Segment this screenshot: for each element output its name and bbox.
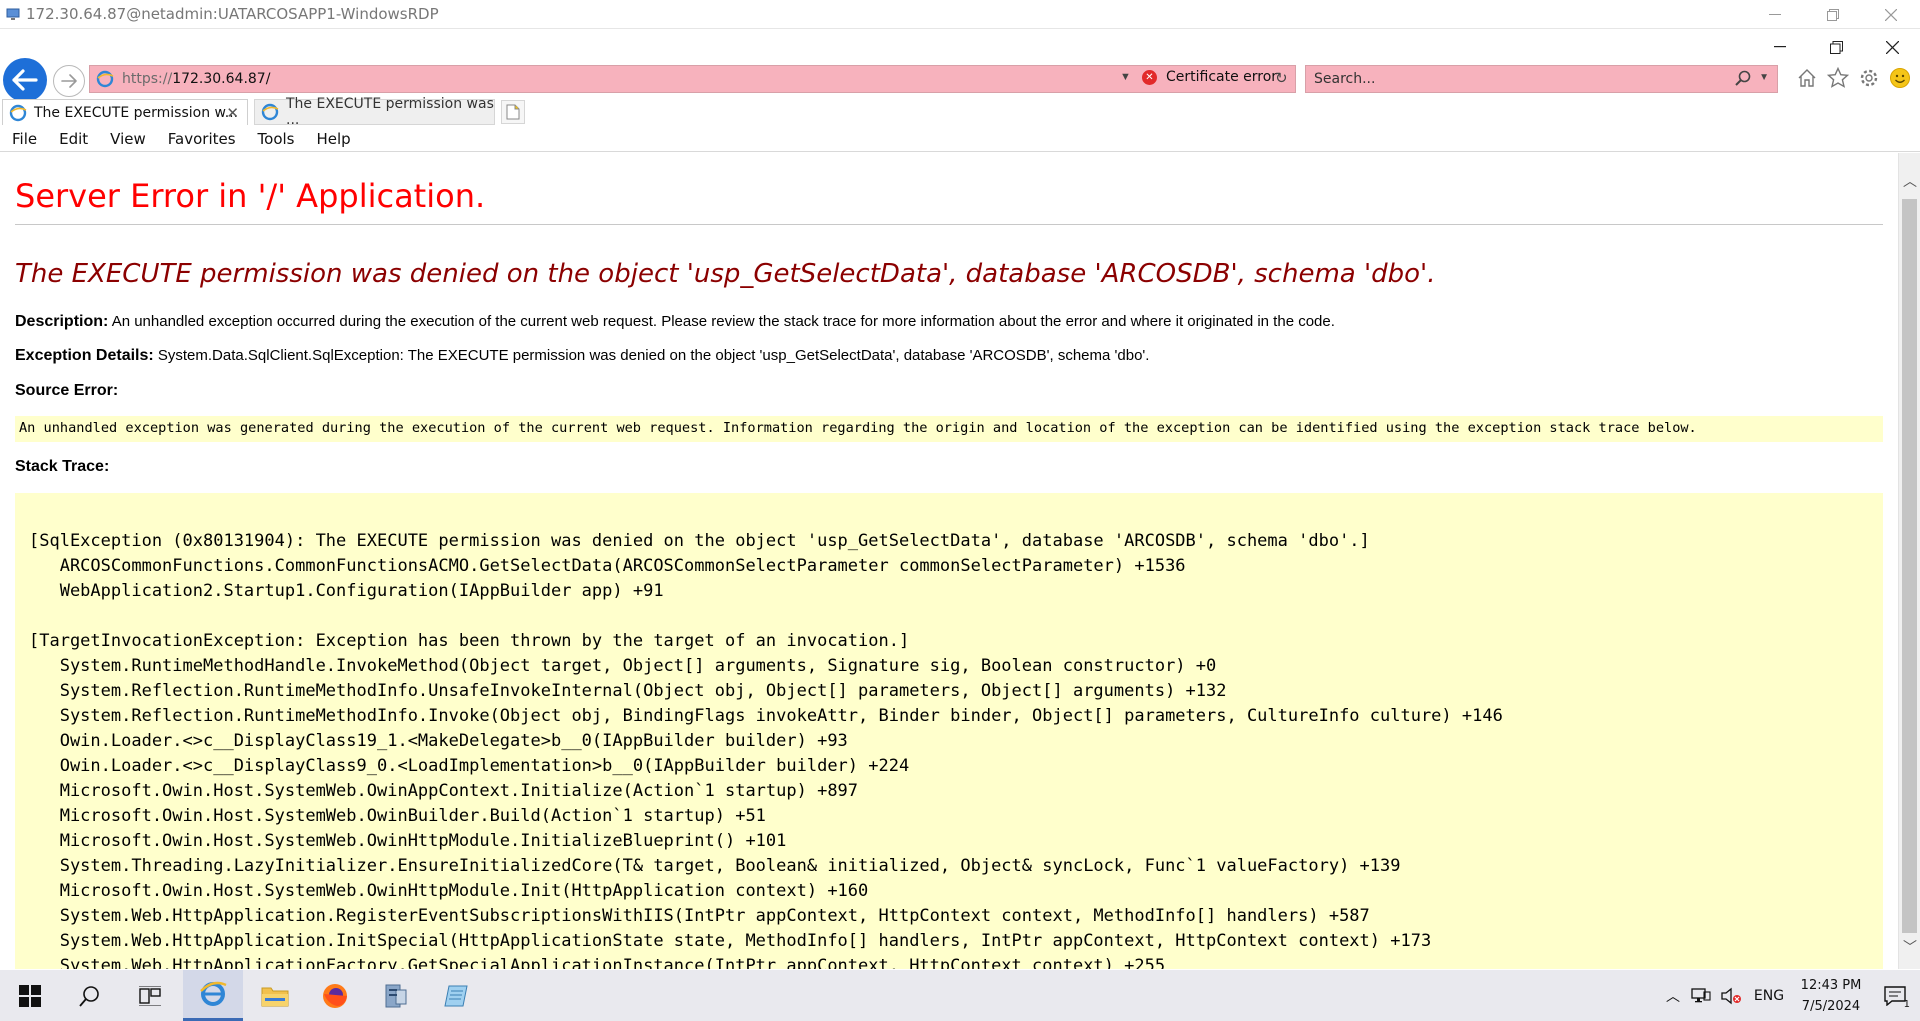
menu-favorites[interactable]: Favorites: [156, 130, 246, 148]
certificate-error-label: Certificate error: [1166, 69, 1278, 85]
back-arrow-icon: [12, 69, 38, 91]
forward-arrow-icon: [61, 74, 77, 88]
tab-strip: The EXECUTE permission w... ✕ The EXECUT…: [0, 96, 1920, 128]
notification-center-button[interactable]: 1: [1870, 985, 1920, 1010]
certificate-error-button[interactable]: ✕ Certificate error: [1142, 69, 1277, 85]
rdp-window-title: 172.30.64.87@netadmin:UATARCOSAPP1-Windo…: [26, 5, 439, 23]
server-manager-icon: [385, 984, 407, 1007]
taskbar-search-button[interactable]: [60, 970, 120, 1021]
error-title: The EXECUTE permission was denied on the…: [15, 259, 1436, 289]
stack-trace-line: Stack Trace:: [15, 458, 109, 476]
scrollbar-thumb[interactable]: [1902, 199, 1917, 933]
stack-trace-label: Stack Trace:: [15, 458, 110, 475]
taskbar-notepad-app[interactable]: [427, 970, 487, 1021]
url-host: 172.30.64.87/: [172, 71, 271, 87]
search-icon: [79, 985, 99, 1007]
tab-active[interactable]: The EXECUTE permission w... ✕: [2, 99, 248, 125]
clock-time: 12:43 PM: [1800, 977, 1862, 993]
taskbar-firefox[interactable]: [305, 970, 365, 1021]
rdp-title-bar: 172.30.64.87@netadmin:UATARCOSAPP1-Windo…: [0, 0, 1920, 29]
show-hidden-icons-chevron-icon[interactable]: ︿: [1660, 986, 1686, 1006]
taskbar: ︿ ENG 12:43 PM 7/5/2024 1: [0, 970, 1920, 1021]
certificate-error-icon: ✕: [1142, 69, 1157, 85]
browser-toolbar-icons: [1795, 66, 1912, 90]
start-button[interactable]: [0, 970, 60, 1021]
stack-trace-box: [SqlException (0x80131904): The EXECUTE …: [15, 493, 1883, 969]
taskbar-file-explorer[interactable]: [245, 970, 305, 1021]
vertical-scrollbar[interactable]: ︿ ﹀: [1898, 153, 1920, 969]
address-dropdown-icon[interactable]: ▼: [1120, 71, 1131, 83]
description-label: Description:: [15, 313, 109, 330]
notepad-icon: [444, 985, 468, 1006]
menu-help[interactable]: Help: [305, 130, 361, 148]
search-dropdown-icon[interactable]: ▼: [1759, 72, 1769, 83]
description-line: Description: An unhandled exception occu…: [15, 313, 1335, 331]
network-icon[interactable]: [1686, 987, 1716, 1005]
new-tab-button[interactable]: [501, 100, 525, 124]
task-view-button[interactable]: [120, 970, 180, 1021]
ie-tab-icon: [9, 104, 27, 122]
forward-button[interactable]: [53, 65, 85, 97]
rdp-minimize-button[interactable]: [1746, 0, 1804, 29]
description-text: An unhandled exception occurred during t…: [111, 313, 1335, 330]
menu-tools[interactable]: Tools: [246, 130, 305, 148]
search-icon[interactable]: [1735, 70, 1751, 91]
input-language[interactable]: ENG: [1746, 988, 1792, 1004]
menu-bar: File Edit View Favorites Tools Help: [0, 126, 1920, 152]
internet-explorer-icon: [200, 981, 227, 1006]
search-input[interactable]: [1314, 71, 1714, 87]
rdp-restore-button[interactable]: [1804, 0, 1862, 29]
exception-details-line: Exception Details: System.Data.SqlClient…: [15, 347, 1149, 365]
notification-count: 1: [1903, 998, 1910, 1010]
back-button[interactable]: [3, 58, 47, 102]
server-error-heading: Server Error in '/' Application.: [15, 177, 486, 215]
source-error-line: Source Error:: [15, 382, 118, 400]
feedback-smiley-icon[interactable]: [1888, 66, 1912, 90]
menu-file[interactable]: File: [0, 130, 47, 148]
source-error-label: Source Error:: [15, 382, 119, 399]
home-icon[interactable]: [1795, 66, 1819, 90]
ie-page-icon: [96, 70, 114, 88]
task-view-icon: [139, 985, 161, 1006]
taskbar-server-manager[interactable]: [366, 970, 426, 1021]
url-protocol: https://: [122, 71, 173, 87]
exception-details-text: System.Data.SqlClient.SqlException: The …: [157, 347, 1150, 364]
ie-tab-icon: [261, 103, 279, 121]
windows-logo-icon: [19, 984, 41, 1007]
tab-label: The EXECUTE permission w...: [34, 104, 239, 121]
page-content: Server Error in '/' Application. The EXE…: [0, 153, 1898, 969]
refresh-icon[interactable]: ↻: [1275, 69, 1288, 87]
remote-desktop-icon: [6, 7, 20, 21]
tab-close-icon[interactable]: ✕: [226, 104, 239, 122]
firefox-icon: [323, 983, 347, 1008]
exception-details-label: Exception Details:: [15, 347, 154, 364]
navigation-bar: https://172.30.64.87/ ▼ ✕ Certificate er…: [0, 56, 1920, 102]
volume-muted-icon[interactable]: [1716, 987, 1746, 1005]
rdp-window-controls: [1746, 0, 1920, 29]
clock-date: 7/5/2024: [1801, 998, 1861, 1014]
system-clock[interactable]: 12:43 PM 7/5/2024: [1792, 975, 1870, 1017]
url-text[interactable]: https://172.30.64.87/: [122, 71, 270, 87]
settings-gear-icon[interactable]: [1857, 66, 1881, 90]
favorites-star-icon[interactable]: [1826, 66, 1850, 90]
rdp-close-button[interactable]: [1862, 0, 1920, 29]
tab-label: The EXECUTE permission was ...: [286, 96, 494, 128]
menu-view[interactable]: View: [98, 130, 156, 148]
folder-icon: [261, 987, 289, 1006]
taskbar-internet-explorer[interactable]: [183, 970, 243, 1021]
divider: [15, 224, 1883, 225]
system-tray: ︿ ENG 12:43 PM 7/5/2024 1: [1660, 970, 1920, 1021]
source-error-box: An unhandled exception was generated dur…: [15, 416, 1883, 442]
search-box[interactable]: ▼: [1305, 65, 1778, 93]
scroll-down-icon[interactable]: ﹀: [1903, 937, 1917, 957]
new-tab-icon: [506, 104, 520, 120]
scroll-up-icon[interactable]: ︿: [1903, 171, 1917, 191]
tab-inactive[interactable]: The EXECUTE permission was ...: [254, 96, 495, 128]
menu-edit[interactable]: Edit: [47, 130, 98, 148]
address-bar[interactable]: https://172.30.64.87/ ▼ ✕ Certificate er…: [89, 65, 1296, 93]
